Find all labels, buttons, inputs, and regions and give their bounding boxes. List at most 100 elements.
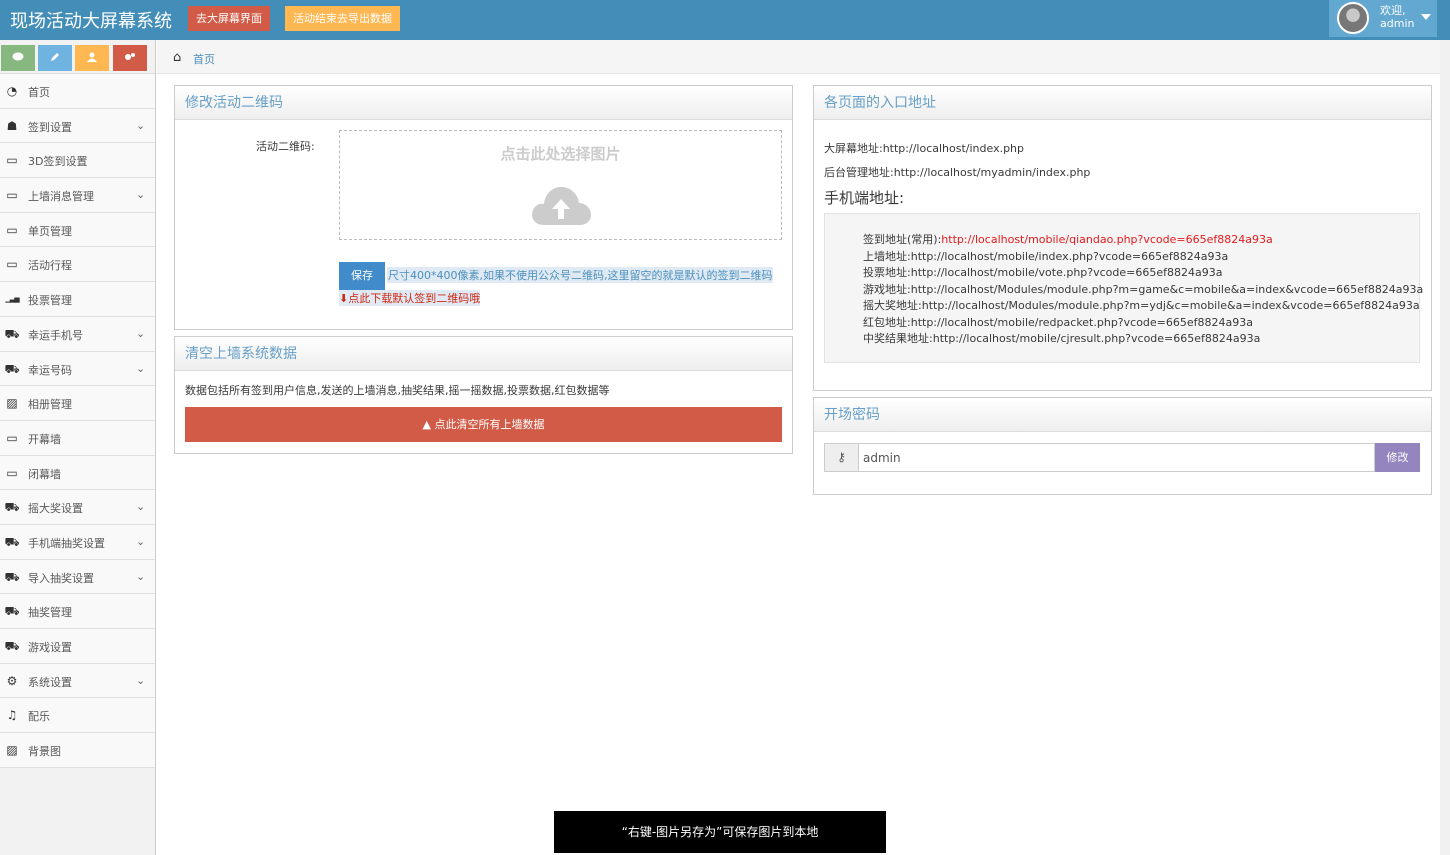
size-hint: 尺寸400*400像素,如果不使用公众号二维码,这里留空的就是默认的签到二维码 bbox=[387, 267, 774, 283]
sidebar-item[interactable]: ⛟ 导入抽奖设置 ⌄ bbox=[0, 559, 155, 595]
password-input[interactable] bbox=[858, 443, 1375, 472]
download-link-text: 点此下载默认签到二维码哦 bbox=[348, 292, 481, 305]
mobile-url-row: 投票地址:http://localhost/mobile/vote.php?vc… bbox=[863, 264, 1222, 280]
picture-icon: ▨ bbox=[6, 743, 18, 758]
mobile-url-label: 中奖结果地址: bbox=[863, 332, 933, 345]
mobile-url-link[interactable]: http://localhost/mobile/vote.php?vcode=6… bbox=[911, 266, 1223, 279]
sidebar-item-label: 开幕墙 bbox=[28, 432, 61, 446]
sidebar-item[interactable]: ⛟ 幸运号码 ⌄ bbox=[0, 351, 155, 387]
welcome-text: 欢迎, bbox=[1380, 4, 1406, 17]
chevron-down-icon: ⌄ bbox=[136, 673, 146, 687]
chevron-down-icon: ⌄ bbox=[136, 500, 146, 514]
sidebar-item-label: 手机端抽奖设置 bbox=[28, 536, 105, 550]
cloud-upload-icon bbox=[532, 186, 591, 225]
sidebar-item-label: 单页管理 bbox=[28, 224, 72, 238]
clear-data-widget: 清空上墙系统数据 数据包括所有签到用户信息,发送的上墙消息,抽奖结果,摇一摇数据… bbox=[174, 336, 793, 454]
scrollbar[interactable] bbox=[1440, 40, 1450, 855]
mobile-url-label: 投票地址: bbox=[863, 266, 911, 279]
sidebar-shortcuts bbox=[0, 40, 155, 74]
sidebar-menu: ◔ 首页 ☗ 签到设置 ⌄ ▭ 3D签到设置 ▭ 上墙消息管理 ⌄ ▭ 单页管理 ▭ 活动行程 ▁▃▅ 投票管… bbox=[0, 74, 155, 768]
mobile-url-label: 游戏地址: bbox=[863, 282, 911, 296]
sidebar-item[interactable]: ◔ 首页 bbox=[0, 74, 155, 109]
desktop-icon: ▭ bbox=[6, 257, 18, 272]
sidebar-item[interactable]: ⚙ 系统设置 ⌄ bbox=[0, 663, 155, 699]
sidebar-item-label: 活动行程 bbox=[28, 259, 72, 273]
top-navbar: 现场活动大屏幕系统 去大屏幕界面 活动结束去导出数据 欢迎, admin bbox=[0, 0, 1450, 40]
breadcrumb-home[interactable]: 首页 bbox=[193, 51, 215, 67]
key-icon: ⚷ bbox=[824, 443, 859, 472]
sidebar-item[interactable]: ⛟ 抽奖管理 bbox=[0, 594, 155, 629]
upload-prompt: 点击此处选择图片 bbox=[500, 145, 621, 163]
mobile-urls-panel: 签到地址(常用):http://localhost/mobile/qiandao… bbox=[824, 213, 1423, 363]
qrcode-label: 活动二维码: bbox=[256, 140, 315, 153]
pencil-shortcut-icon[interactable] bbox=[38, 45, 72, 71]
entry-urls-widget-title: 各页面的入口地址 bbox=[814, 86, 1431, 120]
sidebar-item[interactable]: ▭ 单页管理 bbox=[0, 212, 155, 248]
signal-icon: ▁▃▅ bbox=[5, 295, 19, 304]
sidebar-item-label: 上墙消息管理 bbox=[28, 190, 94, 204]
mobile-url-label: 签到地址(常用): bbox=[863, 233, 942, 246]
cogs-shortcut-icon[interactable] bbox=[113, 45, 147, 71]
gift-icon: ⛟ bbox=[4, 569, 20, 584]
mobile-url-link[interactable]: http://localhost/mobile/qiandao.php?vcod… bbox=[941, 233, 1272, 246]
avatar bbox=[1337, 2, 1369, 34]
sidebar-item[interactable]: ⛟ 摇大奖设置 ⌄ bbox=[0, 490, 155, 525]
users-icon: ☗ bbox=[6, 118, 18, 133]
sidebar-item[interactable]: ▭ 活动行程 bbox=[0, 247, 155, 283]
sidebar-item[interactable]: ▭ 3D签到设置 bbox=[0, 143, 155, 179]
sidebar-item-label: 签到设置 bbox=[28, 120, 72, 134]
app-brand[interactable]: 现场活动大屏幕系统 bbox=[10, 7, 172, 33]
admin-url: 后台管理地址:http://localhost/myadmin/index.ph… bbox=[824, 166, 1091, 179]
breadcrumb: ⌂ 首页 bbox=[157, 40, 1440, 74]
sidebar-item[interactable]: ▨ 相册管理 bbox=[0, 386, 155, 421]
clear-data-widget-title: 清空上墙系统数据 bbox=[175, 337, 792, 371]
users-shortcut-icon[interactable] bbox=[75, 45, 109, 71]
export-data-button[interactable]: 活动结束去导出数据 bbox=[285, 6, 400, 31]
sidebar-item[interactable]: ▭ 上墙消息管理 ⌄ bbox=[0, 178, 155, 213]
sidebar-item[interactable]: ▭ 开幕墙 bbox=[0, 420, 155, 456]
sidebar-item[interactable]: ⛟ 手机端抽奖设置 ⌄ bbox=[0, 524, 155, 560]
user-menu[interactable]: 欢迎, admin bbox=[1329, 0, 1437, 37]
sidebar-item[interactable]: ▁▃▅ 投票管理 bbox=[0, 282, 155, 317]
sidebar-item[interactable]: ♫ 配乐 bbox=[0, 698, 155, 734]
sidebar-item-label: 摇大奖设置 bbox=[28, 502, 83, 516]
modify-password-button[interactable]: 修改 bbox=[1375, 443, 1420, 472]
mobile-url-link[interactable]: http://localhost/mobile/redpacket.php?vc… bbox=[911, 316, 1253, 329]
chevron-down-icon: ⌄ bbox=[136, 534, 146, 548]
chevron-down-icon: ⌄ bbox=[136, 326, 146, 340]
chevron-down-icon: ⌄ bbox=[136, 569, 146, 583]
sidebar-item-label: 导入抽奖设置 bbox=[28, 571, 94, 585]
clear-data-description: 数据包括所有签到用户信息,发送的上墙消息,抽奖结果,摇一摇数据,投票数据,红包数… bbox=[185, 384, 610, 397]
entry-urls-widget: 各页面的入口地址 大屏幕地址:http://localhost/index.ph… bbox=[813, 85, 1432, 391]
sidebar-item-label: 3D签到设置 bbox=[28, 155, 88, 169]
clear-all-data-button[interactable]: ▲ 点此清空所有上墙数据 bbox=[185, 407, 782, 442]
mobile-url-link[interactable]: http://localhost/mobile/index.php?vcode=… bbox=[911, 250, 1229, 263]
password-input-group: ⚷ 修改 bbox=[824, 443, 1420, 472]
sidebar-item-label: 相册管理 bbox=[28, 398, 72, 412]
save-button[interactable]: 保存 bbox=[339, 262, 385, 290]
mobile-url-link[interactable]: http://localhost/Modules/module.php?m=yd… bbox=[922, 299, 1420, 312]
home-icon: ⌂ bbox=[173, 50, 182, 65]
sidebar-item[interactable]: ▭ 闭幕墙 bbox=[0, 455, 155, 491]
warning-icon: ▲ bbox=[422, 418, 435, 431]
sidebar-item[interactable]: ⛟ 幸运手机号 ⌄ bbox=[0, 316, 155, 352]
desktop-icon: ▭ bbox=[6, 430, 18, 445]
mobile-url-row: 游戏地址:http://localhost/Modules/module.php… bbox=[863, 281, 1423, 297]
sidebar-item-label: 闭幕墙 bbox=[28, 467, 61, 481]
big-screen-button[interactable]: 去大屏幕界面 bbox=[188, 6, 270, 31]
mobile-url-link[interactable]: http://localhost/mobile/cjresult.php?vco… bbox=[933, 332, 1261, 345]
desktop-icon: ▭ bbox=[6, 153, 18, 168]
mobile-url-label: 红包地址: bbox=[863, 315, 911, 329]
picture-icon: ▨ bbox=[6, 396, 18, 411]
mobile-url-link[interactable]: http://localhost/Modules/module.php?m=ga… bbox=[911, 283, 1424, 296]
chevron-down-icon: ⌄ bbox=[136, 361, 146, 375]
download-default-qrcode-link[interactable]: ⬇点此下载默认签到二维码哦 bbox=[339, 290, 481, 306]
download-icon: ⬇ bbox=[339, 292, 349, 305]
comments-shortcut-icon[interactable] bbox=[1, 45, 35, 71]
sidebar-item-label: 系统设置 bbox=[28, 675, 72, 689]
sidebar-item[interactable]: ⛟ 游戏设置 bbox=[0, 629, 155, 664]
sidebar-item[interactable]: ☗ 签到设置 ⌄ bbox=[0, 108, 155, 144]
clear-all-data-label: 点此清空所有上墙数据 bbox=[434, 418, 545, 431]
image-upload-area[interactable]: 点击此处选择图片 bbox=[339, 130, 782, 240]
sidebar-item[interactable]: ▨ 背景图 bbox=[0, 733, 155, 768]
